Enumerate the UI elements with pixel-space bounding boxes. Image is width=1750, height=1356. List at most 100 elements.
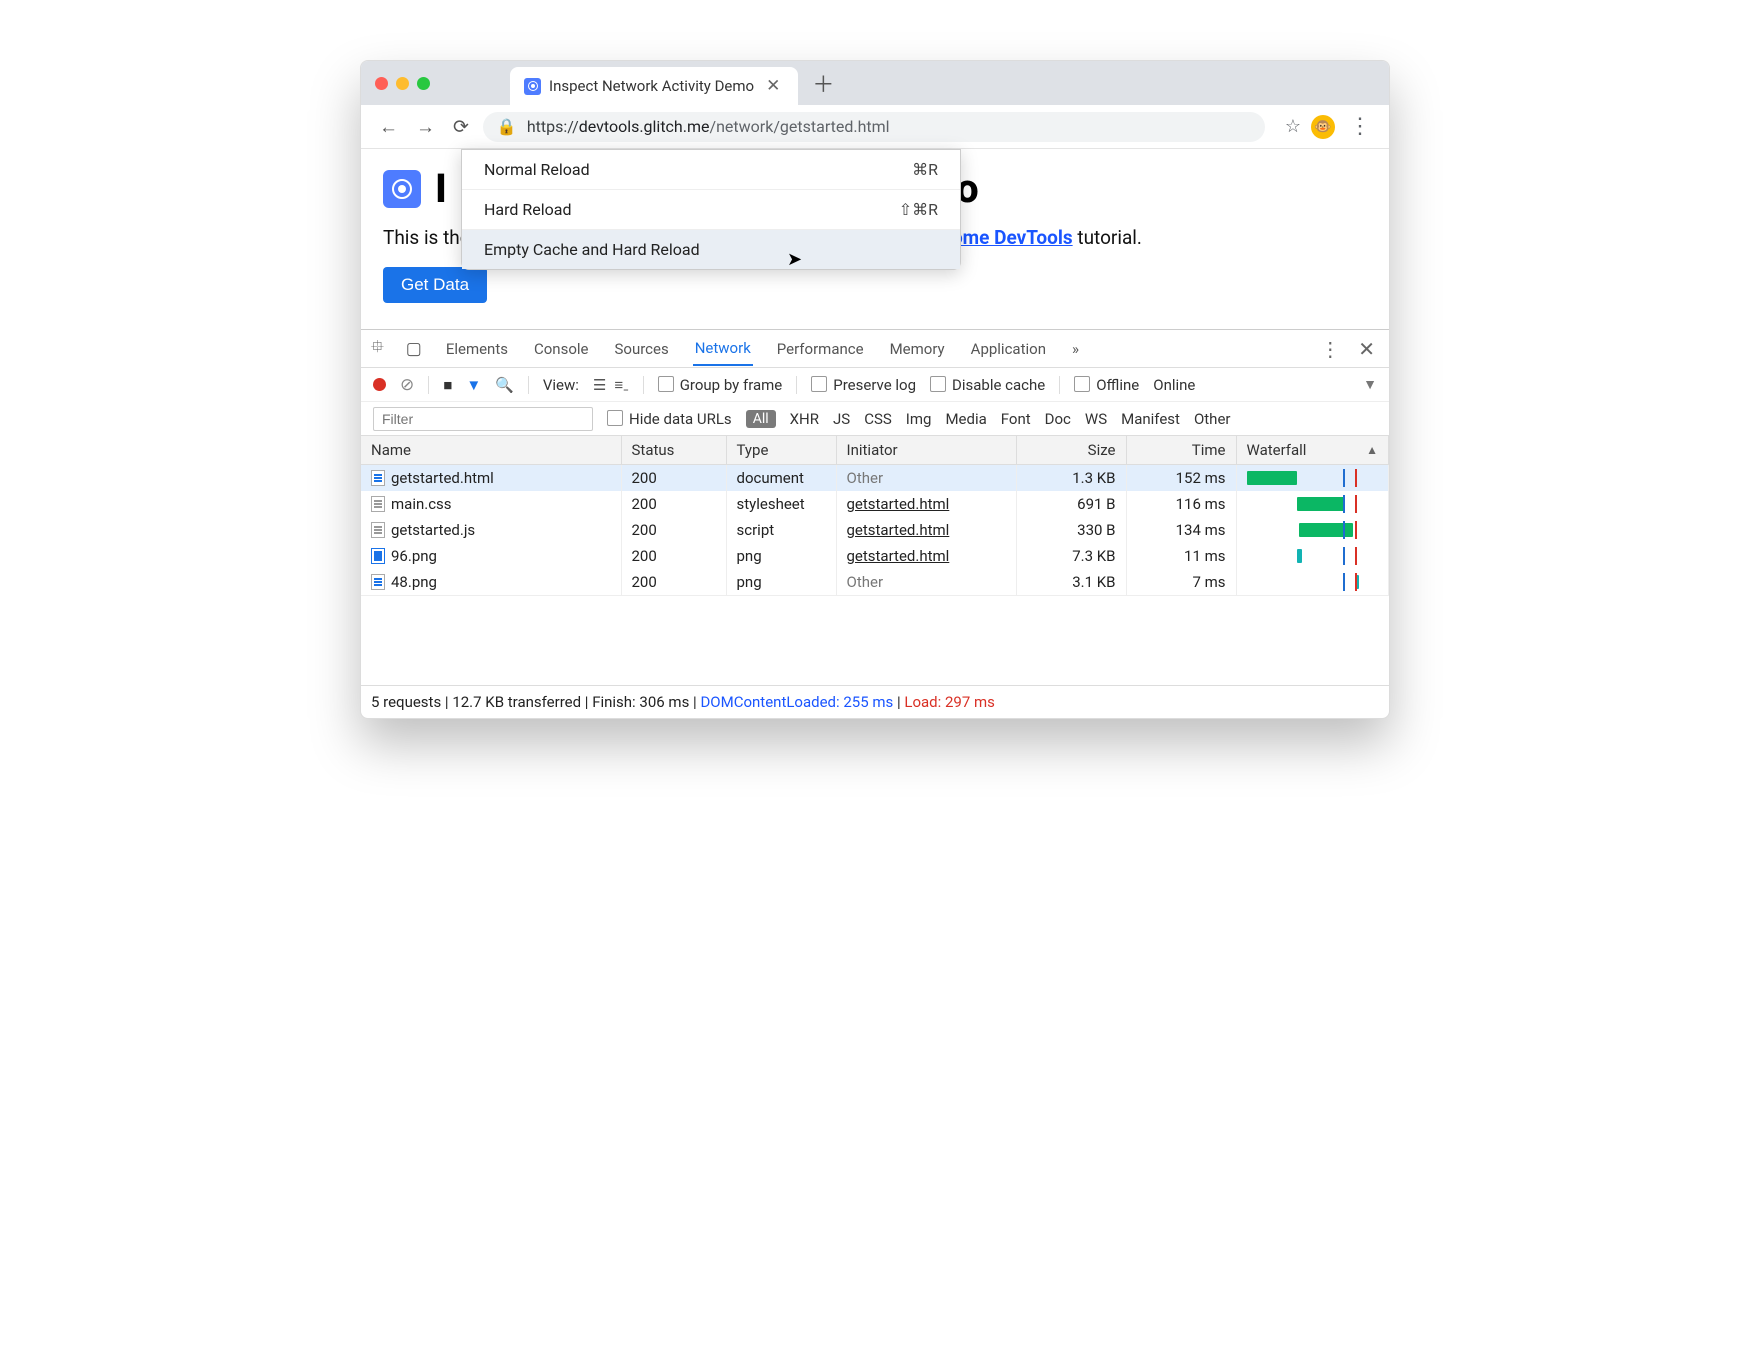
- url-text: https://devtools.glitch.me/network/getst…: [527, 117, 890, 136]
- footer-load: Load: 297 ms: [904, 693, 995, 711]
- search-icon[interactable]: 🔍: [495, 376, 514, 394]
- cell-time: 11 ms: [1126, 543, 1236, 569]
- initiator-link[interactable]: getstarted.html: [847, 547, 950, 565]
- tab-memory[interactable]: Memory: [888, 333, 947, 365]
- initiator-link[interactable]: getstarted.html: [847, 495, 950, 513]
- load-line: [1355, 469, 1357, 487]
- back-button[interactable]: ←: [375, 115, 402, 139]
- browser-tab[interactable]: Inspect Network Activity Demo ✕: [510, 67, 798, 105]
- cell-status: 200: [621, 491, 726, 517]
- file-icon: [371, 496, 385, 512]
- waterfall-view-icon[interactable]: ≡₋: [614, 376, 628, 394]
- cell-name: getstarted.html: [361, 465, 621, 492]
- cell-size: 1.3 KB: [1016, 465, 1126, 492]
- ctx-empty-cache-hard-reload[interactable]: Empty Cache and Hard Reload: [462, 230, 960, 269]
- filter-css[interactable]: CSS: [864, 410, 892, 428]
- load-line: [1355, 547, 1357, 565]
- ctx-normal-reload[interactable]: Normal Reload ⌘R: [462, 150, 960, 190]
- filter-all[interactable]: All: [746, 410, 776, 428]
- devtools-settings-icon[interactable]: ⋮: [1320, 337, 1340, 361]
- table-row[interactable]: getstarted.js 200 script getstarted.html…: [361, 517, 1389, 543]
- tab-application[interactable]: Application: [969, 333, 1048, 365]
- tab-more[interactable]: »: [1070, 333, 1081, 365]
- filter-media[interactable]: Media: [945, 410, 986, 428]
- filter-icon[interactable]: ▼: [466, 376, 481, 394]
- col-initiator[interactable]: Initiator: [836, 436, 1016, 465]
- table-row[interactable]: getstarted.html 200 document Other 1.3 K…: [361, 465, 1389, 492]
- waterfall-bar: [1247, 471, 1297, 485]
- col-name[interactable]: Name: [361, 436, 621, 465]
- tab-network[interactable]: Network: [693, 332, 753, 366]
- minimize-window-button[interactable]: [396, 77, 409, 90]
- table-row[interactable]: 96.png 200 png getstarted.html 7.3 KB 11…: [361, 543, 1389, 569]
- close-tab-button[interactable]: ✕: [762, 76, 784, 96]
- filter-other[interactable]: Other: [1194, 410, 1231, 428]
- filter-input[interactable]: [373, 407, 593, 431]
- disable-cache-checkbox[interactable]: Disable cache: [930, 376, 1045, 394]
- table-row[interactable]: 48.png 200 png Other 3.1 KB 7 ms: [361, 569, 1389, 595]
- cell-time: 7 ms: [1126, 569, 1236, 595]
- separator: [1059, 376, 1060, 394]
- filter-js[interactable]: JS: [833, 410, 850, 428]
- new-tab-button[interactable]: ＋: [798, 67, 848, 99]
- tab-console[interactable]: Console: [532, 333, 591, 365]
- dcl-line: [1343, 547, 1345, 565]
- col-size[interactable]: Size: [1016, 436, 1126, 465]
- footer-transferred: 12.7 KB transferred: [452, 693, 581, 711]
- filter-xhr[interactable]: XHR: [790, 410, 819, 428]
- col-status[interactable]: Status: [621, 436, 726, 465]
- get-data-button[interactable]: Get Data: [383, 267, 487, 303]
- col-waterfall[interactable]: Waterfall ▲: [1236, 436, 1389, 465]
- offline-checkbox[interactable]: Offline: [1074, 376, 1139, 394]
- file-icon: [371, 548, 385, 564]
- browser-window: Inspect Network Activity Demo ✕ ＋ ← → ⟳ …: [360, 60, 1390, 719]
- tab-performance[interactable]: Performance: [775, 333, 866, 365]
- col-time[interactable]: Time: [1126, 436, 1236, 465]
- cell-time: 152 ms: [1126, 465, 1236, 492]
- menu-icon[interactable]: ⋮: [1345, 114, 1375, 139]
- online-select[interactable]: Online: [1153, 376, 1195, 394]
- maximize-window-button[interactable]: [417, 77, 430, 90]
- filter-font[interactable]: Font: [1001, 410, 1031, 428]
- col-waterfall-label: Waterfall: [1247, 441, 1307, 459]
- record-button[interactable]: [373, 378, 386, 391]
- cell-type: stylesheet: [726, 491, 836, 517]
- address-bar[interactable]: 🔒 https://devtools.glitch.me/network/get…: [483, 112, 1265, 142]
- filter-ws[interactable]: WS: [1085, 410, 1107, 428]
- filter-doc[interactable]: Doc: [1045, 410, 1071, 428]
- reload-button[interactable]: ⟳: [449, 115, 473, 138]
- tab-elements[interactable]: Elements: [444, 333, 510, 365]
- initiator-link[interactable]: getstarted.html: [847, 521, 950, 539]
- preserve-log-checkbox[interactable]: Preserve log: [811, 376, 916, 394]
- cell-status: 200: [621, 517, 726, 543]
- devtools-tabs: ⯐ ▢ Elements Console Sources Network Per…: [361, 330, 1389, 368]
- tab-sources[interactable]: Sources: [612, 333, 670, 365]
- table-row[interactable]: main.css 200 stylesheet getstarted.html …: [361, 491, 1389, 517]
- file-icon: [371, 470, 385, 486]
- close-window-button[interactable]: [375, 77, 388, 90]
- filter-img[interactable]: Img: [906, 410, 932, 428]
- screenshot-icon[interactable]: ■: [443, 376, 452, 394]
- inspect-icon[interactable]: ⯐: [371, 334, 384, 363]
- forward-button[interactable]: →: [412, 115, 439, 139]
- ctx-hard-reload[interactable]: Hard Reload ⇧⌘R: [462, 190, 960, 230]
- window-controls: [375, 77, 430, 90]
- sort-icon: ▲: [1366, 443, 1378, 457]
- cell-initiator: Other: [836, 465, 1016, 492]
- url-host: devtools.glitch.me: [579, 117, 710, 136]
- filter-manifest[interactable]: Manifest: [1121, 410, 1180, 428]
- throttling-dropdown-icon[interactable]: ▼: [1363, 376, 1377, 393]
- profile-avatar[interactable]: 🐵: [1311, 115, 1335, 139]
- waterfall-bar: [1297, 497, 1345, 511]
- devtools-close-icon[interactable]: ✕: [1358, 337, 1375, 361]
- large-rows-icon[interactable]: ☰: [593, 376, 606, 394]
- bookmark-icon[interactable]: ☆: [1285, 116, 1301, 137]
- hide-data-urls-checkbox[interactable]: Hide data URLs: [607, 410, 732, 428]
- cell-name: getstarted.js: [361, 517, 621, 543]
- dcl-line: [1343, 573, 1345, 591]
- clear-button[interactable]: ⊘: [400, 375, 414, 395]
- group-by-frame-checkbox[interactable]: Group by frame: [658, 376, 783, 394]
- device-toolbar-icon[interactable]: ▢: [406, 339, 422, 359]
- col-type[interactable]: Type: [726, 436, 836, 465]
- cell-size: 3.1 KB: [1016, 569, 1126, 595]
